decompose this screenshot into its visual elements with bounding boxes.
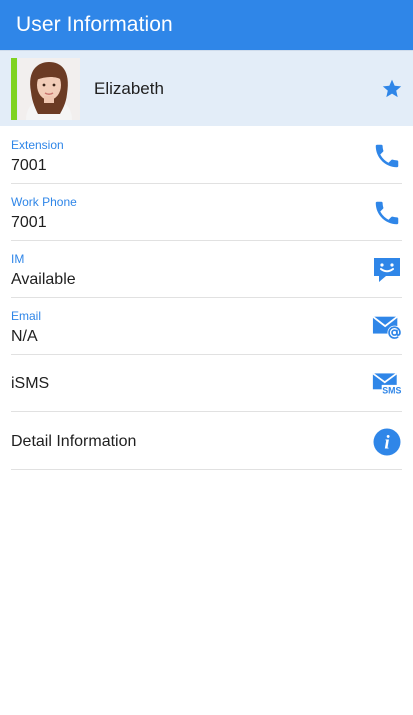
- im-label: IM: [11, 252, 25, 266]
- work-phone-value: 7001: [11, 214, 47, 231]
- chat-smile-icon[interactable]: [372, 255, 402, 285]
- isms-row[interactable]: iSMS SMS: [11, 355, 402, 412]
- isms-label: iSMS: [11, 375, 50, 392]
- extension-row[interactable]: Extension 7001: [11, 127, 402, 184]
- user-name: Elizabeth: [94, 79, 164, 98]
- email-at-icon[interactable]: [372, 312, 402, 342]
- email-label: Email: [11, 309, 42, 323]
- extension-label: Extension: [11, 138, 64, 152]
- im-row[interactable]: IM Available: [11, 241, 402, 298]
- info-icon-text: i: [384, 433, 390, 454]
- detail-information-row[interactable]: Detail Information i: [11, 413, 402, 470]
- email-value: N/A: [11, 328, 38, 345]
- presence-indicator: [11, 58, 17, 120]
- extension-value: 7001: [11, 157, 47, 174]
- email-row[interactable]: Email N/A: [11, 298, 402, 355]
- sms-icon-text: SMS: [382, 386, 401, 396]
- phone-icon[interactable]: [372, 198, 402, 228]
- detail-information-label: Detail Information: [11, 433, 137, 450]
- info-icon[interactable]: i: [372, 427, 402, 457]
- phone-icon[interactable]: [372, 141, 402, 171]
- user-header: Elizabeth: [0, 50, 413, 126]
- im-status-value: Available: [11, 271, 76, 288]
- app-bar: User Information: [0, 0, 413, 50]
- page-title: User Information: [16, 13, 173, 36]
- sms-envelope-icon[interactable]: SMS: [372, 369, 402, 399]
- avatar: [18, 58, 80, 120]
- work-phone-label: Work Phone: [11, 195, 77, 209]
- star-icon[interactable]: [381, 78, 403, 100]
- work-phone-row[interactable]: Work Phone 7001: [11, 184, 402, 241]
